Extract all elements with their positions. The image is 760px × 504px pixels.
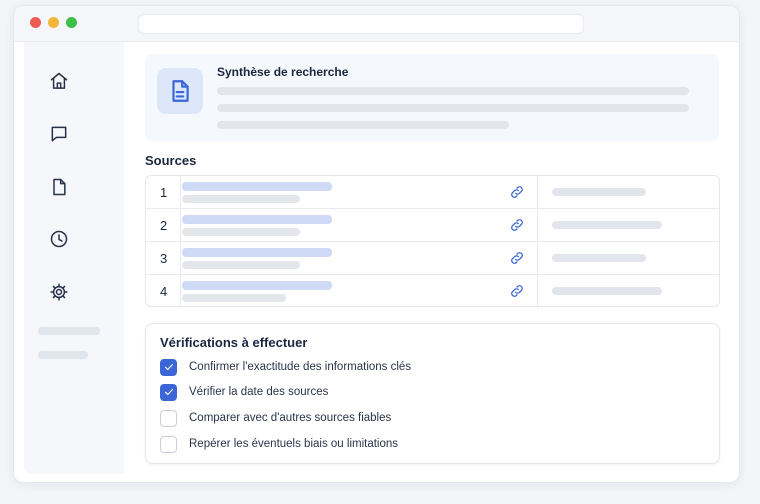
verification-title: Vérifications à effectuer [160,335,308,350]
table-row[interactable]: 4 [146,275,719,308]
column-divider [180,242,181,274]
link-icon[interactable] [509,184,525,200]
source-number: 3 [160,251,168,266]
checkbox[interactable] [160,435,177,453]
sources-title: Sources [145,153,197,168]
checklist-item[interactable]: Repérer les éventuels biais ou limitatio… [160,434,398,454]
column-divider [537,176,538,208]
checkbox[interactable] [160,358,177,376]
checklist-label: Comparer avec d'autres sources fiables [189,412,392,424]
checkmark-icon [164,388,173,396]
column-divider [180,176,181,208]
link-icon[interactable] [509,250,525,266]
address-bar[interactable] [138,14,584,34]
source-info-placeholder [552,254,646,262]
source-meta-placeholder [182,261,300,269]
checklist-item[interactable]: Confirmer l'exactitude des informations … [160,357,411,377]
table-row[interactable]: 1 [146,176,719,209]
minimize-window-button[interactable] [48,17,59,28]
source-link-placeholder[interactable] [182,281,332,290]
summary-line [217,87,689,95]
link-icon[interactable] [509,217,525,233]
source-info-placeholder [552,287,662,295]
source-info-placeholder [552,188,646,196]
gear-icon [50,283,68,301]
source-number: 4 [160,284,168,299]
source-meta-placeholder [182,228,300,236]
summary-card: Synthèse de recherche [145,54,719,142]
link-icon[interactable] [509,283,525,299]
clock-icon [50,230,68,248]
checklist-item[interactable]: Vérifier la date des sources [160,382,328,402]
verification-checklist: Vérifications à effectuer Confirmer l'ex… [145,323,720,464]
sidebar-placeholder [38,327,100,335]
table-row[interactable]: 2 [146,209,719,242]
source-info-placeholder [552,221,662,229]
checkbox[interactable] [160,409,177,427]
checklist-label: Repérer les éventuels biais ou limitatio… [189,438,399,450]
checklist-item[interactable]: Comparer avec d'autres sources fiables [160,408,391,428]
summary-line [217,104,689,112]
source-meta-placeholder [182,195,300,203]
sidebar-item-settings[interactable] [48,281,70,303]
checkbox[interactable] [160,383,177,401]
source-meta-placeholder [182,294,286,302]
source-number: 1 [160,185,168,200]
checklist-label: Vérifier la date des sources [189,386,329,398]
column-divider [537,275,538,308]
checkmark-icon [164,363,173,371]
source-number: 2 [160,218,168,233]
sources-table: 1 2 3 4 [145,175,720,308]
column-divider [537,242,538,274]
sidebar-item-documents[interactable] [48,176,70,198]
summary-line [217,121,509,129]
column-divider [180,275,181,308]
source-link-placeholder[interactable] [182,215,332,224]
sidebar-item-home[interactable] [48,70,70,92]
column-divider [537,209,538,241]
source-link-placeholder[interactable] [182,248,332,257]
checklist-label: Confirmer l'exactitude des informations … [189,361,412,373]
table-row[interactable]: 3 [146,242,719,275]
source-link-placeholder[interactable] [182,182,332,191]
file-icon [53,178,66,196]
sidebar-placeholder [38,351,88,359]
summary-badge [157,68,203,114]
title-bar [14,6,739,42]
column-divider [180,209,181,241]
sidebar-item-messages[interactable] [48,123,70,145]
document-icon [172,80,189,102]
summary-title: Synthèse de recherche [217,65,349,79]
sidebar-item-history[interactable] [48,228,70,250]
chat-icon [51,126,67,142]
sidebar [24,42,124,474]
app-window: Synthèse de recherche Sources 1 2 3 4 Vé… [13,5,740,483]
close-window-button[interactable] [30,17,41,28]
maximize-window-button[interactable] [66,17,77,28]
home-icon [50,72,68,89]
